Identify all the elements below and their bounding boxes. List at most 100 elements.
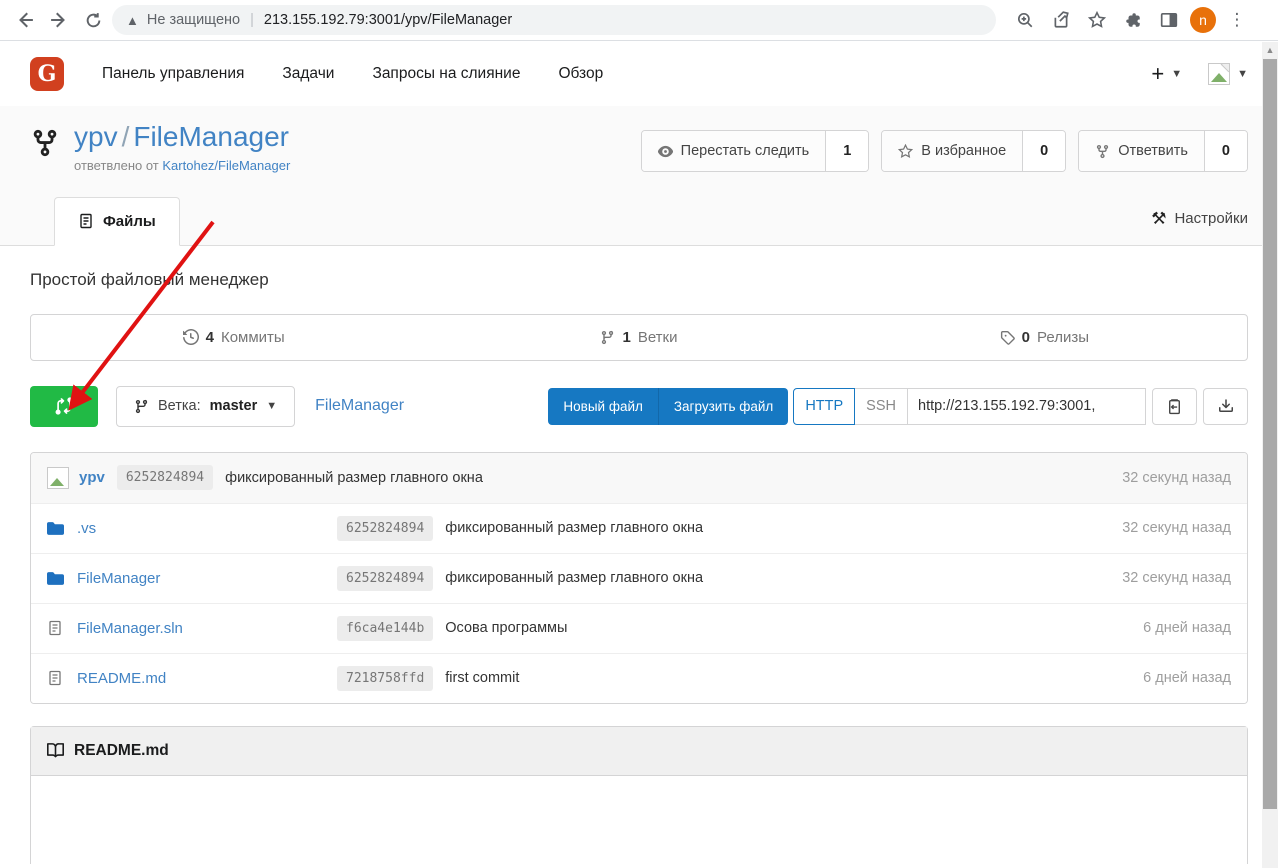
address-url: 213.155.192.79:3001/ypv/FileManager: [264, 12, 512, 28]
nav-issues[interactable]: Задачи: [282, 65, 334, 83]
entry-commit-message[interactable]: фиксированный размер главного окна: [445, 520, 703, 536]
readme-header: README.md: [31, 727, 1247, 776]
entry-hash-badge[interactable]: 6252824894: [337, 566, 433, 591]
fork-label: Ответвить: [1118, 143, 1188, 159]
compare-arrows-icon: [55, 397, 73, 415]
fork-label-part[interactable]: Ответвить: [1079, 131, 1204, 171]
entry-commit-message[interactable]: Осова программы: [445, 620, 567, 636]
table-row: FileManager 6252824894 фиксированный раз…: [31, 553, 1247, 603]
warning-icon: ▲: [126, 13, 139, 28]
share-icon[interactable]: [1046, 5, 1076, 35]
commit-message[interactable]: фиксированный размер главного окна: [225, 470, 483, 486]
gitea-logo[interactable]: G: [30, 57, 64, 91]
tab-files[interactable]: Файлы: [54, 197, 180, 246]
caret-down-icon: ▼: [266, 400, 277, 412]
create-new-menu[interactable]: + ▼: [1151, 63, 1182, 85]
zoom-icon[interactable]: [1010, 5, 1040, 35]
fork-count[interactable]: 0: [1204, 131, 1247, 171]
stats-bar: 4 Коммиты 1 Ветки 0 Релизы: [30, 314, 1248, 361]
download-button[interactable]: [1203, 388, 1248, 425]
forward-icon[interactable]: [44, 5, 74, 35]
gitea-navbar: G Панель управления Задачи Запросы на сл…: [0, 41, 1278, 106]
commits-label: Коммиты: [221, 329, 285, 346]
star-count[interactable]: 0: [1022, 131, 1065, 171]
entry-commit-message[interactable]: first commit: [445, 670, 519, 686]
browser-menu-icon[interactable]: ⋮: [1222, 5, 1252, 35]
star-label-part[interactable]: В избранное: [882, 131, 1022, 171]
entry-hash-badge[interactable]: f6ca4e144b: [337, 616, 433, 641]
nav-pull-requests[interactable]: Запросы на слияние: [372, 65, 520, 83]
table-row: FileManager.sln f6ca4e144b Осова програм…: [31, 603, 1247, 653]
stat-commits[interactable]: 4 Коммиты: [31, 315, 436, 360]
watch-count[interactable]: 1: [825, 131, 868, 171]
fork-button[interactable]: Ответвить 0: [1078, 130, 1248, 172]
branches-count: 1: [622, 329, 630, 346]
nav-dashboard[interactable]: Панель управления: [102, 65, 244, 83]
star-label: В избранное: [921, 143, 1006, 159]
latest-commit-row: ypv 6252824894 фиксированный размер глав…: [31, 453, 1247, 503]
back-icon[interactable]: [10, 5, 40, 35]
star-button[interactable]: В избранное 0: [881, 130, 1066, 172]
releases-count: 0: [1022, 329, 1030, 346]
releases-label: Релизы: [1037, 329, 1089, 346]
entry-hash-badge[interactable]: 6252824894: [337, 516, 433, 541]
browser-profile-avatar[interactable]: n: [1190, 7, 1216, 33]
entry-name-link[interactable]: FileManager: [77, 570, 325, 587]
entry-time: 6 дней назад: [1143, 620, 1231, 636]
fork-line: ответвлено от Kartohez/FileManager: [74, 158, 290, 173]
new-file-button[interactable]: Новый файл: [548, 388, 657, 425]
compare-button[interactable]: [30, 386, 98, 427]
entry-commit-message[interactable]: фиксированный размер главного окна: [445, 570, 703, 586]
table-row: README.md 7218758ffd first commit 6 дней…: [31, 653, 1247, 703]
title-separator: /: [118, 121, 134, 152]
repo-name-link[interactable]: FileManager: [133, 121, 289, 152]
nav-explore[interactable]: Обзор: [558, 65, 603, 83]
address-bar[interactable]: ▲ Не защищено | 213.155.192.79:3001/ypv/…: [112, 5, 996, 35]
history-icon: [183, 329, 199, 345]
copy-url-button[interactable]: [1152, 388, 1197, 425]
upload-file-button[interactable]: Загрузить файл: [658, 388, 788, 425]
stat-branches[interactable]: 1 Ветки: [436, 315, 841, 360]
watch-button[interactable]: Перестать следить 1: [641, 130, 870, 172]
entry-name-link[interactable]: README.md: [77, 670, 325, 687]
stat-releases[interactable]: 0 Релизы: [842, 315, 1247, 360]
http-button[interactable]: HTTP: [793, 388, 855, 425]
bookmark-star-icon[interactable]: [1082, 5, 1112, 35]
ssh-button[interactable]: SSH: [855, 388, 908, 425]
side-panel-icon[interactable]: [1154, 5, 1184, 35]
watch-label-part[interactable]: Перестать следить: [642, 131, 826, 171]
eye-icon: [658, 144, 673, 159]
security-label: Не защищено: [147, 12, 240, 28]
reload-icon[interactable]: [78, 5, 108, 35]
file-action-group: Новый файл Загрузить файл: [548, 388, 788, 425]
repo-header: ypv/FileManager ответвлено от Kartohez/F…: [0, 106, 1278, 246]
entry-name-link[interactable]: FileManager.sln: [77, 620, 325, 637]
user-menu[interactable]: ▼: [1208, 63, 1248, 85]
scrollbar-thumb[interactable]: [1263, 59, 1277, 809]
file-table: ypv 6252824894 фиксированный размер глав…: [30, 452, 1248, 704]
address-separator: |: [248, 12, 256, 28]
entry-name-link[interactable]: .vs: [77, 520, 325, 537]
commits-count: 4: [206, 329, 214, 346]
tab-files-label: Файлы: [103, 213, 156, 230]
repo-owner-link[interactable]: ypv: [74, 121, 118, 152]
page-scrollbar[interactable]: ▲: [1262, 42, 1278, 868]
tab-settings-label: Настройки: [1174, 210, 1248, 227]
extensions-icon[interactable]: [1118, 5, 1148, 35]
readme-title: README.md: [74, 742, 169, 760]
fork-icon: [30, 128, 60, 158]
entry-hash-badge[interactable]: 7218758ffd: [337, 666, 433, 691]
fork-source-link[interactable]: Kartohez/FileManager: [162, 158, 290, 173]
commit-hash-badge[interactable]: 6252824894: [117, 465, 213, 490]
scrollbar-up-arrow[interactable]: ▲: [1262, 42, 1278, 58]
breadcrumb-repo-link[interactable]: FileManager: [315, 397, 404, 415]
tools-icon: ⚒: [1151, 209, 1166, 229]
tab-settings[interactable]: ⚒ Настройки: [1151, 209, 1248, 245]
watch-label: Перестать следить: [681, 143, 810, 159]
clone-url-input[interactable]: [908, 388, 1146, 425]
commit-time: 32 секунд назад: [1122, 470, 1231, 486]
plus-icon: +: [1151, 63, 1164, 85]
branch-dropdown[interactable]: Ветка: master ▼: [116, 386, 295, 427]
commit-author-link[interactable]: ypv: [79, 469, 105, 486]
star-icon: [898, 144, 913, 159]
